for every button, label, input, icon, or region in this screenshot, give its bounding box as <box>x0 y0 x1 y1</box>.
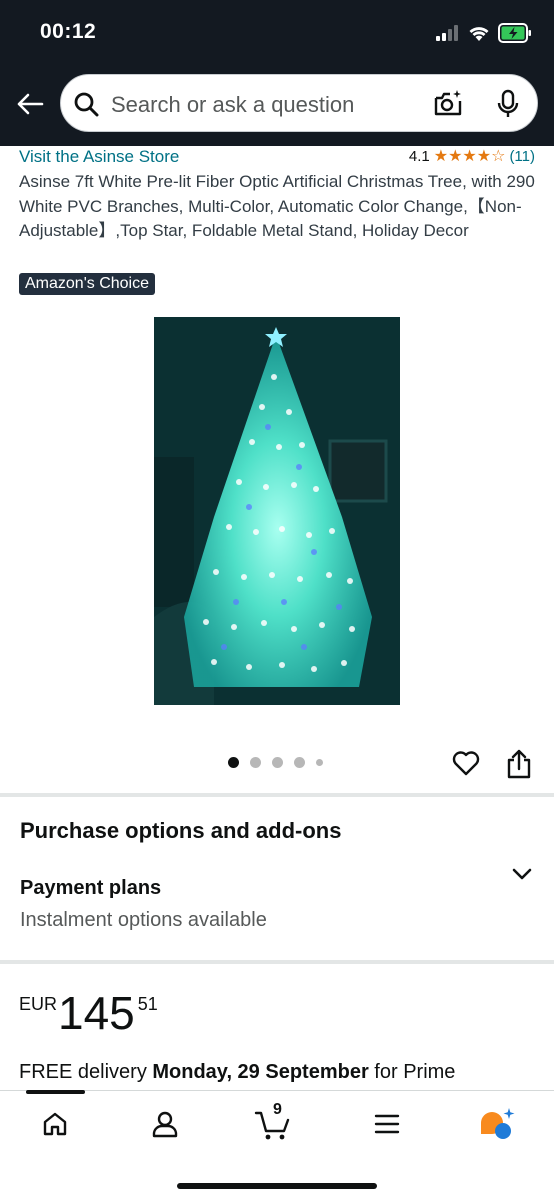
battery-charging-icon <box>498 23 531 43</box>
nav-account[interactable] <box>145 1106 185 1142</box>
nav-cart[interactable]: 9 <box>254 1101 294 1142</box>
wifi-icon <box>469 26 489 41</box>
app-header: 00:12 Search or ask a question <box>0 0 554 146</box>
amazons-choice-badge: Amazon's Choice <box>19 273 155 295</box>
pagination-dot[interactable] <box>250 757 261 768</box>
search-input[interactable]: Search or ask a question <box>111 92 354 118</box>
price-currency: EUR <box>19 994 58 1014</box>
christmas-tree-image <box>154 317 400 705</box>
home-icon <box>43 1112 67 1136</box>
wishlist-heart-icon[interactable] <box>452 749 480 777</box>
price-whole: 145 <box>58 987 135 1039</box>
status-icons <box>436 22 532 44</box>
back-button[interactable] <box>14 88 46 120</box>
delivery-prefix: FREE delivery <box>19 1061 153 1083</box>
section-divider <box>0 793 554 797</box>
product-image[interactable] <box>154 317 400 705</box>
search-bar[interactable]: Search or ask a question <box>60 74 538 132</box>
nav-home[interactable] <box>35 1106 75 1142</box>
nav-menu[interactable] <box>367 1106 407 1142</box>
microphone-icon[interactable] <box>497 89 519 119</box>
account-icon <box>152 1111 178 1138</box>
back-arrow-icon <box>17 93 44 115</box>
cart-count-badge: 9 <box>273 1101 282 1118</box>
product-title: Asinse 7ft White Pre-lit Fiber Optic Art… <box>19 172 535 240</box>
delivery-info: FREE delivery Monday, 29 September for P… <box>19 1061 455 1084</box>
share-icon[interactable] <box>506 749 532 779</box>
menu-icon <box>374 1114 400 1134</box>
home-indicator[interactable] <box>177 1183 377 1189</box>
image-pagination[interactable] <box>228 757 323 768</box>
delivery-date: Monday, 29 September <box>152 1061 369 1083</box>
section-divider <box>0 960 554 964</box>
review-count[interactable]: (11) <box>509 148 535 165</box>
payment-plans-title[interactable]: Payment plans <box>20 877 161 900</box>
rating-value: 4.1 <box>408 147 430 165</box>
rating-stars: ★★★★☆ <box>433 148 506 165</box>
pagination-dot[interactable] <box>294 757 305 768</box>
rating-summary[interactable]: 4.1 ★★★★☆ (11) <box>409 146 535 166</box>
camera-scan-icon[interactable] <box>433 89 463 119</box>
pagination-dot[interactable] <box>316 759 323 766</box>
pagination-dot[interactable] <box>228 757 239 768</box>
search-icon <box>74 92 99 117</box>
delivery-suffix: for Prime <box>368 1061 456 1083</box>
pagination-dot[interactable] <box>272 757 283 768</box>
payment-plans-subtitle: Instalment options available <box>20 909 267 931</box>
price-fraction: 51 <box>137 994 158 1014</box>
purchase-options-heading: Purchase options and add-ons <box>20 818 342 843</box>
price: EUR 145 51 <box>19 990 158 1036</box>
store-link[interactable]: Visit the Asinse Store <box>19 147 179 167</box>
rufus-ai-icon <box>481 1108 515 1139</box>
chevron-down-icon[interactable] <box>510 864 534 884</box>
status-time: 00:12 <box>40 20 97 43</box>
active-tab-indicator <box>26 1090 85 1094</box>
nav-rufus[interactable] <box>477 1106 517 1142</box>
signal-icon <box>436 25 458 41</box>
